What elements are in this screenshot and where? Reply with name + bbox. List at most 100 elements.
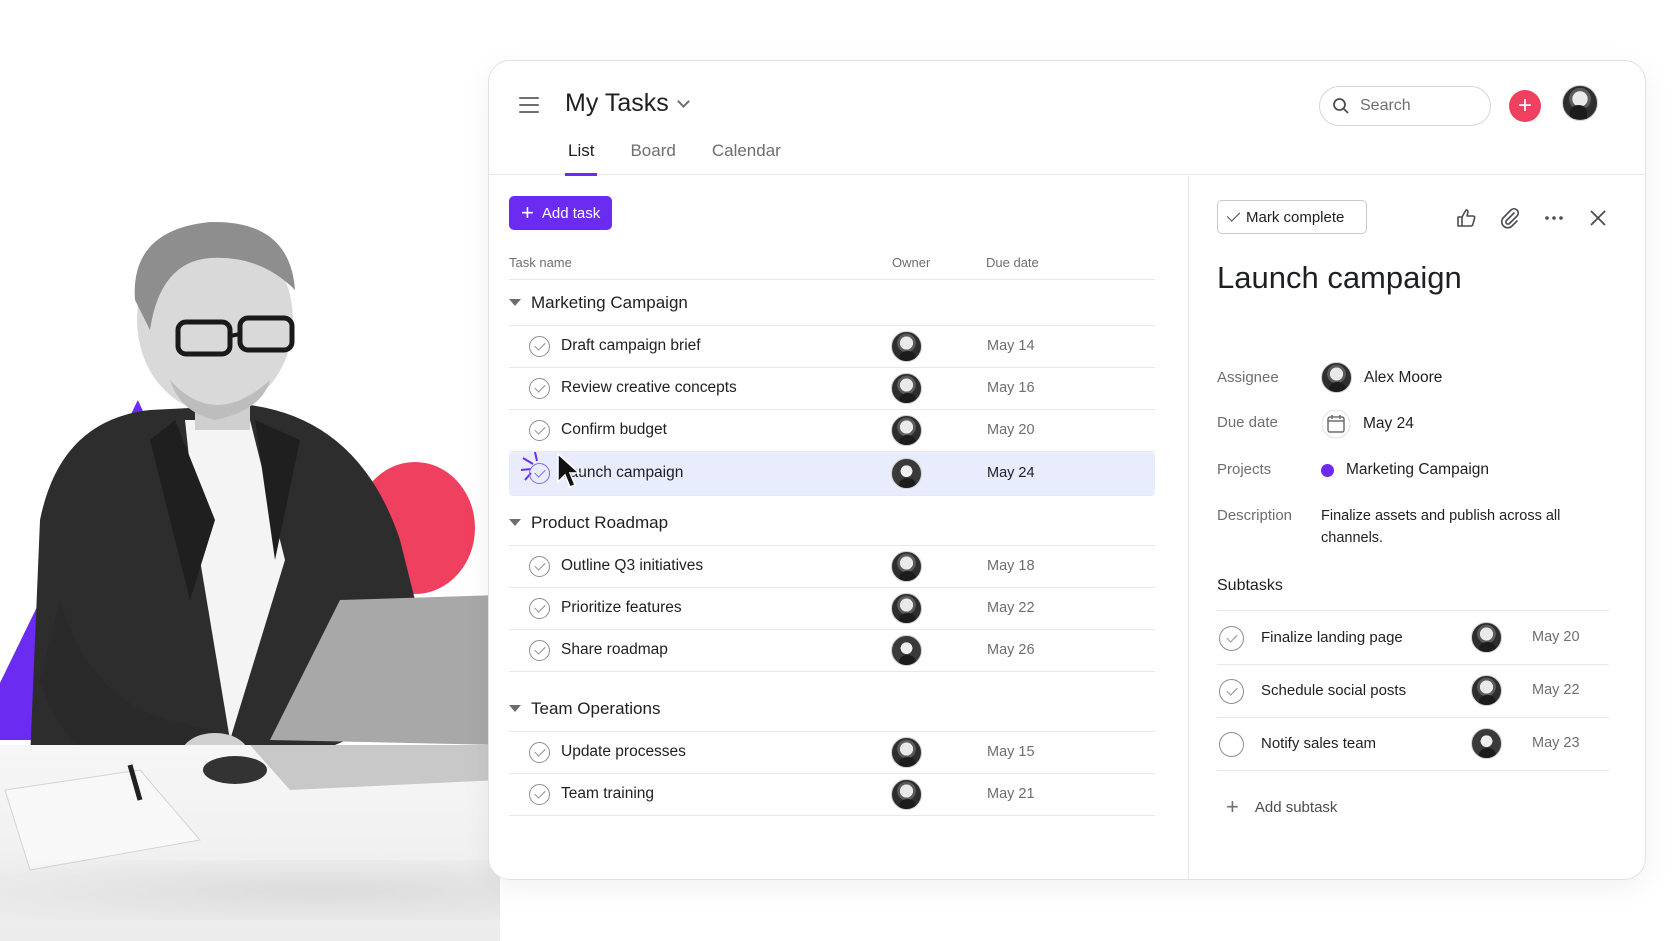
column-owner: Owner <box>892 255 931 270</box>
mark-complete-button[interactable]: Mark complete <box>1217 200 1367 234</box>
task-name: Team training <box>561 785 655 802</box>
add-subtask-button[interactable]: + Add subtask <box>1226 796 1337 818</box>
section-header[interactable]: Product Roadmap <box>509 500 1155 546</box>
subtask-name: Finalize landing page <box>1261 629 1403 646</box>
task-name: Prioritize features <box>561 599 682 616</box>
task-row[interactable]: Share roadmap May 26 <box>509 630 1155 672</box>
complete-check-icon[interactable] <box>529 463 550 484</box>
paperclip-icon[interactable] <box>1498 206 1522 230</box>
description-text[interactable]: Finalize assets and publish across all c… <box>1321 505 1561 549</box>
section-marketing-campaign: Marketing Campaign Draft campaign brief … <box>509 280 1155 496</box>
task-name: Review creative concepts <box>561 379 737 396</box>
complete-check-icon[interactable] <box>529 784 550 805</box>
plus-icon: + <box>1226 794 1239 819</box>
user-avatar[interactable] <box>1562 85 1598 121</box>
section-header[interactable]: Marketing Campaign <box>509 280 1155 326</box>
section-team-operations: Team Operations Update processes May 15 … <box>509 686 1155 816</box>
due-date-value: May 24 <box>1363 415 1414 432</box>
owner-avatar[interactable] <box>891 779 922 810</box>
task-row[interactable]: Draft campaign brief May 14 <box>509 326 1155 368</box>
complete-check-icon[interactable] <box>529 640 550 661</box>
calendar-icon <box>1321 409 1351 439</box>
task-due-date: May 26 <box>987 642 1035 658</box>
menu-icon[interactable] <box>519 97 539 113</box>
page-title-dropdown[interactable]: My Tasks <box>565 89 690 118</box>
owner-avatar[interactable] <box>891 635 922 666</box>
complete-check-icon[interactable] <box>529 378 550 399</box>
incomplete-circle-icon[interactable] <box>1219 732 1244 757</box>
owner-avatar[interactable] <box>891 458 922 489</box>
search-input[interactable] <box>1360 97 1470 115</box>
subtask-name: Schedule social posts <box>1261 682 1407 699</box>
task-row[interactable]: Confirm budget May 20 <box>509 410 1155 452</box>
subtask-due: May 23 <box>1532 735 1580 751</box>
project-name: Marketing Campaign <box>1346 461 1490 478</box>
subtask-name: Notify sales team <box>1261 735 1377 752</box>
section-product-roadmap: Product Roadmap Outline Q3 initiatives M… <box>509 500 1155 672</box>
subtasks-heading: Subtasks <box>1217 577 1609 611</box>
subtask-avatar[interactable] <box>1471 675 1502 706</box>
column-due-date: Due date <box>986 255 1039 270</box>
column-headers: Task name Owner Due date <box>509 250 1155 280</box>
mouse-pointer-icon <box>557 452 581 488</box>
more-options-icon[interactable] <box>1542 206 1566 230</box>
owner-avatar[interactable] <box>891 551 922 582</box>
complete-check-icon[interactable] <box>529 742 550 763</box>
project-field[interactable]: Marketing Campaign <box>1321 461 1489 479</box>
owner-avatar[interactable] <box>891 373 922 404</box>
complete-check-icon[interactable] <box>1219 679 1244 704</box>
subtask-row[interactable]: Notify sales team May 23 <box>1217 718 1609 771</box>
subtask-row[interactable]: Schedule social posts May 22 <box>1217 665 1609 718</box>
task-name: Outline Q3 initiatives <box>561 557 704 574</box>
tab-list[interactable]: List <box>565 141 598 176</box>
add-task-label: Add task <box>541 204 601 222</box>
owner-avatar[interactable] <box>891 331 922 362</box>
task-row[interactable]: Update processes May 15 <box>509 732 1155 774</box>
task-due-date: May 24 <box>987 465 1035 481</box>
task-row[interactable]: Team training May 21 <box>509 774 1155 816</box>
task-name: Draft campaign brief <box>561 337 701 354</box>
checkmark-icon <box>1226 208 1241 222</box>
subtask-avatar[interactable] <box>1471 622 1502 653</box>
column-task-name: Task name <box>509 255 572 270</box>
complete-check-icon[interactable] <box>529 556 550 577</box>
owner-avatar[interactable] <box>891 737 922 768</box>
hero-illustration <box>0 0 500 941</box>
close-icon[interactable] <box>1586 206 1610 230</box>
task-row-selected[interactable]: Launch campaign May 24 <box>509 452 1155 496</box>
create-button[interactable]: + <box>1509 90 1541 122</box>
floor-shadow <box>0 860 500 920</box>
caret-down-icon <box>509 519 521 526</box>
assignee-field[interactable]: Alex Moore <box>1321 362 1442 393</box>
task-row[interactable]: Review creative concepts May 16 <box>509 368 1155 410</box>
complete-check-icon[interactable] <box>529 420 550 441</box>
owner-avatar[interactable] <box>891 593 922 624</box>
due-date-field[interactable]: May 24 <box>1321 409 1414 439</box>
complete-check-icon[interactable] <box>529 598 550 619</box>
task-row[interactable]: Outline Q3 initiatives May 18 <box>509 546 1155 588</box>
laptop-illustration <box>4 595 500 871</box>
chevron-down-icon <box>676 95 690 108</box>
task-detail-pane: Mark complete Launch campaign Assignee A… <box>1190 176 1645 879</box>
section-header[interactable]: Team Operations <box>509 686 1155 732</box>
subtasks-label: Subtasks <box>1217 577 1283 594</box>
add-task-button[interactable]: + Add task <box>509 196 613 230</box>
tab-calendar[interactable]: Calendar <box>709 141 784 176</box>
task-name: Share roadmap <box>561 641 668 658</box>
search-box[interactable] <box>1319 86 1491 126</box>
task-row[interactable]: Prioritize features May 22 <box>509 588 1155 630</box>
page-title: My Tasks <box>565 89 669 117</box>
subtask-avatar[interactable] <box>1471 728 1502 759</box>
thumbs-up-icon[interactable] <box>1454 206 1478 230</box>
tab-board[interactable]: Board <box>627 141 678 176</box>
owner-avatar[interactable] <box>891 415 922 446</box>
app-scene: My Tasks List Board Calendar + + Add tas… <box>0 0 1672 941</box>
task-due-date: May 16 <box>987 380 1035 396</box>
caret-down-icon <box>509 299 521 306</box>
task-name: Update processes <box>561 743 686 760</box>
subtask-row[interactable]: Finalize landing page May 20 <box>1217 612 1609 665</box>
complete-check-icon[interactable] <box>1219 626 1244 651</box>
projects-label: Projects <box>1217 461 1272 478</box>
view-tabs: List Board Calendar <box>565 141 814 176</box>
complete-check-icon[interactable] <box>529 336 550 357</box>
